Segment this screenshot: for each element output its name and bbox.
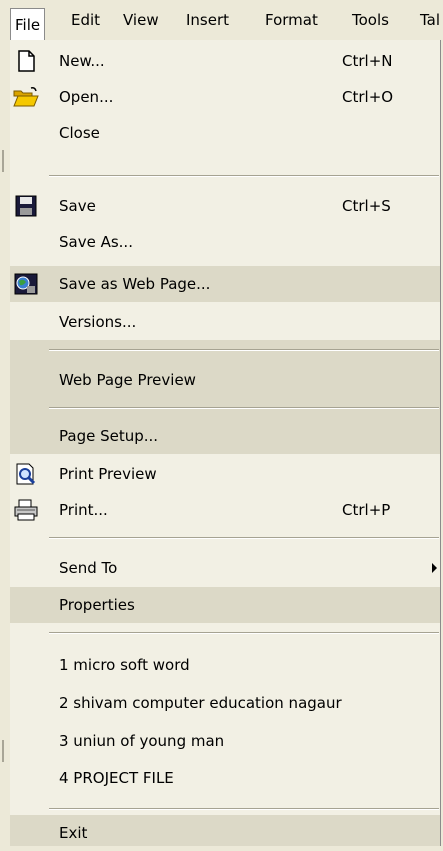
menu-item-page-setup[interactable]: Page Setup...	[10, 418, 440, 454]
menu-item-label: Web Page Preview	[59, 371, 196, 389]
menu-item-send-to[interactable]: Send To	[10, 550, 440, 586]
recent-file-4[interactable]: 4 PROJECT FILE	[10, 760, 440, 796]
menu-separator	[49, 632, 439, 634]
menu-item-label: Open...	[59, 88, 114, 106]
menu-table[interactable]: Tal	[420, 0, 440, 40]
menu-item-label: Save	[59, 197, 96, 215]
menu-view[interactable]: View	[123, 0, 159, 40]
menu-edit[interactable]: Edit	[71, 0, 100, 40]
shortcut-text: Ctrl+N	[342, 52, 393, 70]
menu-item-versions[interactable]: Versions...	[10, 304, 440, 340]
shortcut-text: Ctrl+S	[342, 197, 391, 215]
recent-file-2[interactable]: 2 shivam computer education nagaur	[10, 685, 440, 721]
menu-item-label: Save as Web Page...	[59, 275, 211, 293]
menu-item-properties[interactable]: Properties	[10, 587, 440, 623]
recent-file-label: 1 micro soft word	[59, 656, 190, 674]
menu-separator	[49, 537, 439, 539]
menu-item-label: Close	[59, 124, 100, 142]
menu-item-label: Print Preview	[59, 465, 157, 483]
menu-item-web-page-preview[interactable]: Web Page Preview	[10, 362, 440, 398]
left-edge-strip	[0, 0, 10, 846]
menu-insert[interactable]: Insert	[186, 0, 229, 40]
recent-file-label: 2 shivam computer education nagaur	[59, 694, 342, 712]
menu-bar: File Edit View Insert Format Tools Tal	[10, 0, 443, 41]
menu-item-open[interactable]: Open... Ctrl+O	[10, 79, 440, 115]
submenu-arrow-icon	[432, 563, 437, 573]
menu-separator	[49, 407, 439, 409]
print-preview-icon	[13, 461, 39, 487]
recent-file-1[interactable]: 1 micro soft word	[10, 647, 440, 683]
web-page-icon	[13, 271, 39, 297]
menu-item-new[interactable]: New... Ctrl+N	[10, 43, 440, 79]
menu-item-label: Page Setup...	[59, 427, 159, 445]
file-menu-dropdown: New... Ctrl+N Open... Ctrl+O Close Save …	[10, 40, 441, 846]
menu-separator	[49, 175, 439, 177]
menu-item-print-preview[interactable]: Print Preview	[10, 456, 440, 492]
menu-item-save[interactable]: Save Ctrl+S	[10, 188, 440, 224]
menu-item-save-as[interactable]: Save As...	[10, 224, 440, 260]
recent-file-3[interactable]: 3 uniun of young man	[10, 723, 440, 759]
shortcut-text: Ctrl+P	[342, 501, 391, 519]
open-folder-icon	[13, 84, 39, 110]
menu-item-label: Print...	[59, 501, 108, 519]
menu-separator	[49, 808, 439, 810]
edge-mark	[2, 740, 4, 762]
menu-item-label: Send To	[59, 559, 118, 577]
recent-file-label: 4 PROJECT FILE	[59, 769, 174, 787]
menu-item-label: Save As...	[59, 233, 133, 251]
printer-icon	[13, 497, 39, 523]
menu-item-save-as-web-page[interactable]: Save as Web Page...	[10, 266, 440, 302]
menu-item-label: Properties	[59, 596, 135, 614]
recent-file-label: 3 uniun of young man	[59, 732, 225, 750]
menu-separator	[49, 349, 439, 351]
save-floppy-icon	[13, 193, 39, 219]
menu-item-label: Versions...	[59, 313, 137, 331]
menu-item-close[interactable]: Close	[10, 115, 440, 151]
menu-item-label: New...	[59, 52, 105, 70]
menu-tools[interactable]: Tools	[352, 0, 389, 40]
menu-item-exit[interactable]: Exit	[10, 815, 440, 846]
new-document-icon	[13, 48, 39, 74]
menu-file[interactable]: File	[10, 8, 46, 41]
shortcut-text: Ctrl+O	[342, 88, 394, 106]
edge-mark	[2, 150, 4, 172]
menu-item-print[interactable]: Print... Ctrl+P	[10, 492, 440, 528]
menu-format[interactable]: Format	[265, 0, 318, 40]
